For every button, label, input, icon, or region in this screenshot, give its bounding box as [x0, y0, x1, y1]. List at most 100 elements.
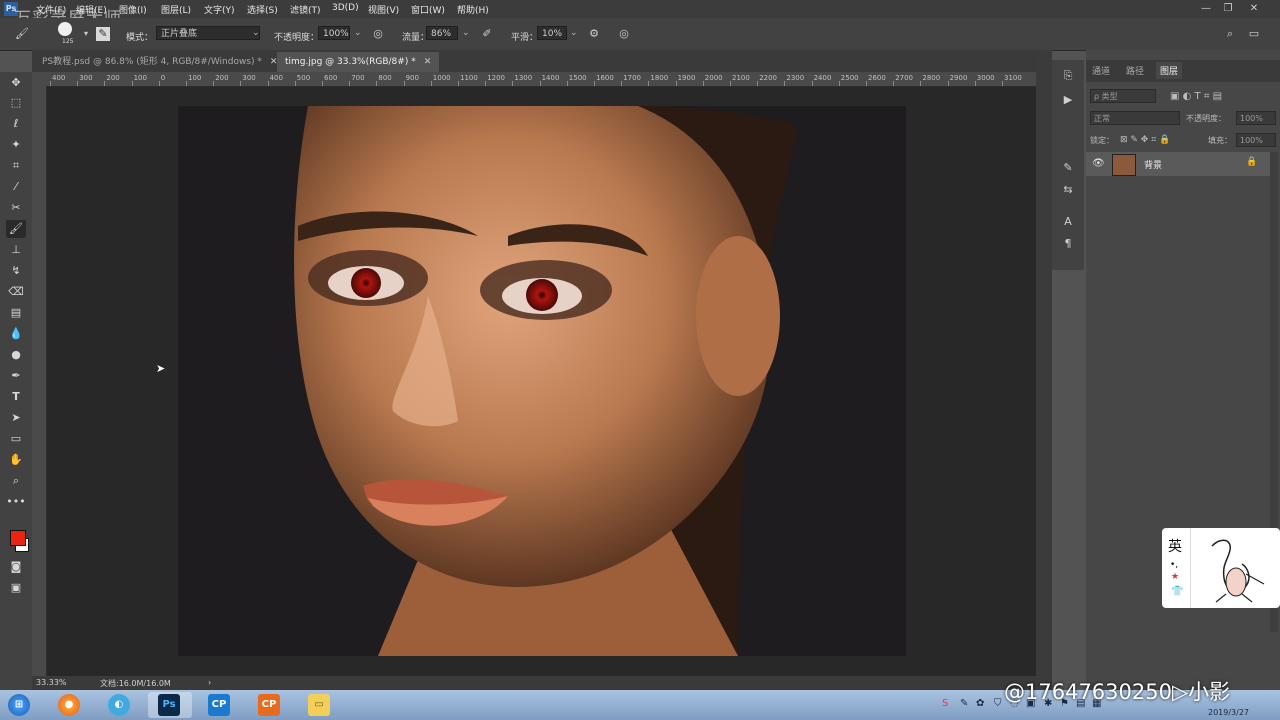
healing-tool-icon[interactable]: ✂	[6, 199, 26, 217]
taskbar-photoshop[interactable]: Ps	[148, 692, 192, 718]
screen-mode-icon[interactable]: ▣	[6, 579, 26, 597]
taskbar-firefox[interactable]: ●	[48, 692, 92, 718]
sogou-icon[interactable]: S	[942, 698, 948, 709]
tab-paths[interactable]: 路径	[1126, 64, 1144, 77]
taskbar-explorer[interactable]: ▭	[298, 692, 342, 718]
filter-icons[interactable]: ▣ ◐ T ⌗ ▤	[1170, 91, 1222, 102]
zoom-level[interactable]: 33.33%	[36, 678, 67, 687]
lock-icons[interactable]: ⊠ ✎ ✥ ⌗ 🔒	[1120, 135, 1170, 145]
close-icon[interactable]: ✕	[1244, 1, 1264, 17]
opacity-input[interactable]: 100%	[318, 26, 350, 40]
layer-name[interactable]: 背景	[1144, 158, 1162, 171]
marquee-tool-icon[interactable]: ⬚	[6, 94, 26, 112]
type-tool-icon[interactable]: T	[6, 388, 26, 406]
tray-icon[interactable]: ✎	[960, 698, 968, 709]
taskbar-app-cp-orange[interactable]: CP	[248, 692, 292, 718]
flow-input[interactable]: 86%	[426, 26, 458, 40]
chevron-down-icon[interactable]: ⌄	[354, 28, 362, 38]
ruler-tick	[920, 81, 922, 86]
layer-kind-filter[interactable]: ρ 类型	[1090, 89, 1156, 103]
path-select-tool-icon[interactable]: ➤	[6, 409, 26, 427]
history-icon[interactable]: ⎘	[1060, 68, 1076, 84]
chevron-right-icon[interactable]: ›	[208, 678, 211, 687]
menu-help[interactable]: 帮助(H)	[457, 3, 489, 16]
taskbar-app-cp-blue[interactable]: CP	[198, 692, 242, 718]
tab-psd-document[interactable]: PS教程.psd @ 86.8% (矩形 4, RGB/8#/Windows) …	[34, 52, 286, 72]
shield-icon[interactable]: ⛉	[994, 698, 1002, 709]
workspace-icon[interactable]: ▭	[1246, 26, 1262, 42]
star-icon[interactable]: ★	[1171, 572, 1179, 582]
menu-layer[interactable]: 图层(L)	[161, 3, 191, 16]
more-tools-icon[interactable]: •••	[6, 493, 26, 511]
chevron-down-icon[interactable]: ⌄	[570, 28, 578, 38]
eraser-tool-icon[interactable]: ⌫	[6, 283, 26, 301]
start-button[interactable]: ⊞	[0, 692, 40, 718]
layer-opacity-input[interactable]: 100%	[1236, 111, 1276, 125]
menu-view[interactable]: 视图(V)	[368, 3, 399, 16]
stamp-tool-icon[interactable]: ⊥	[6, 241, 26, 259]
restore-icon[interactable]: ❐	[1218, 1, 1238, 17]
tab-layers[interactable]: 图层	[1156, 62, 1183, 79]
menu-type[interactable]: 文字(Y)	[204, 3, 235, 16]
paragraph-icon[interactable]: ¶	[1060, 236, 1076, 252]
shirt-icon[interactable]: 👕	[1171, 586, 1183, 597]
play-icon[interactable]: ▶	[1060, 92, 1076, 108]
minimize-icon[interactable]: —	[1196, 1, 1216, 17]
crop-tool-icon[interactable]: ⌗	[6, 157, 26, 175]
ruler-corner	[32, 72, 46, 86]
lock-row: 锁定： ⊠ ✎ ✥ ⌗ 🔒 填充： 100%	[1086, 130, 1280, 150]
brush-tool-icon[interactable]: 🖌	[14, 26, 30, 42]
tab-channels[interactable]: 通道	[1092, 64, 1110, 77]
fill-input[interactable]: 100%	[1236, 133, 1276, 147]
hand-tool-icon[interactable]: ✋	[6, 451, 26, 469]
layer-row[interactable]: 👁 背景 🔒	[1086, 152, 1270, 176]
blend-mode-select[interactable]: 正常	[1090, 111, 1180, 125]
ruler-tick-label: 2500	[840, 74, 859, 82]
menu-select[interactable]: 选择(S)	[247, 3, 278, 16]
character-icon[interactable]: A	[1060, 214, 1076, 230]
brush-panel-icon[interactable]: ✎	[96, 27, 110, 41]
document-image[interactable]	[178, 106, 906, 656]
blur-tool-icon[interactable]: 💧	[6, 325, 26, 343]
dodge-tool-icon[interactable]: ●	[6, 346, 26, 364]
pressure-size-icon[interactable]: ◎	[616, 26, 632, 42]
menu-window[interactable]: 窗口(W)	[411, 3, 445, 16]
magic-wand-tool-icon[interactable]: ✦	[6, 136, 26, 154]
taskbar-clock[interactable]: 2019/3/27	[1208, 708, 1249, 717]
ime-language[interactable]: 英	[1168, 536, 1182, 556]
chevron-down-icon[interactable]: ▾	[78, 26, 94, 42]
gear-icon[interactable]: ⚙	[586, 26, 602, 42]
quick-mask-icon[interactable]: ◙	[6, 558, 26, 576]
tab-timg[interactable]: timg.jpg @ 33.3%(RGB/8#) * ✕	[277, 52, 440, 72]
menu-image[interactable]: 图像(I)	[119, 3, 147, 16]
menu-filter[interactable]: 滤镜(T)	[290, 3, 321, 16]
pressure-opacity-icon[interactable]: ◎	[370, 26, 386, 42]
chevron-down-icon[interactable]: ⌄	[462, 28, 470, 38]
search-icon[interactable]: ⌕	[1222, 26, 1238, 42]
ime-widget[interactable]: 英 •, ★ 👕	[1162, 528, 1280, 608]
menu-3d[interactable]: 3D(D)	[332, 3, 359, 13]
taskbar-browser[interactable]: ◐	[98, 692, 142, 718]
foreground-color-swatch[interactable]	[10, 530, 26, 546]
ruler-tick	[50, 81, 51, 86]
lasso-tool-icon[interactable]: ℓ	[6, 115, 26, 133]
mode-select[interactable]: 正片叠底	[156, 26, 260, 40]
brush-preview-icon[interactable]	[58, 22, 72, 36]
adjustments-icon[interactable]: ⇆	[1060, 182, 1076, 198]
rectangle-tool-icon[interactable]: ▭	[6, 430, 26, 448]
history-brush-tool-icon[interactable]: ↯	[6, 262, 26, 280]
smoothing-input[interactable]: 10%	[537, 26, 567, 40]
lock-icon[interactable]: 🔒	[1246, 157, 1257, 167]
brush-settings-icon[interactable]: ✎	[1060, 160, 1076, 176]
punctuation-icon[interactable]: •,	[1170, 560, 1178, 570]
move-tool-icon[interactable]: ✥	[6, 74, 26, 92]
airbrush-icon[interactable]: ✐	[479, 26, 495, 42]
tray-icon[interactable]: ✿	[976, 698, 984, 709]
visibility-eye-icon[interactable]: 👁	[1092, 158, 1105, 169]
zoom-tool-icon[interactable]: ⌕	[6, 472, 26, 490]
brush-tool-icon[interactable]: 🖌	[6, 220, 26, 238]
gradient-tool-icon[interactable]: ▤	[6, 304, 26, 322]
pen-tool-icon[interactable]: ✒	[6, 367, 26, 385]
eyedropper-tool-icon[interactable]: ⁄	[6, 178, 26, 196]
ruler-tick-label: 400	[52, 74, 66, 82]
